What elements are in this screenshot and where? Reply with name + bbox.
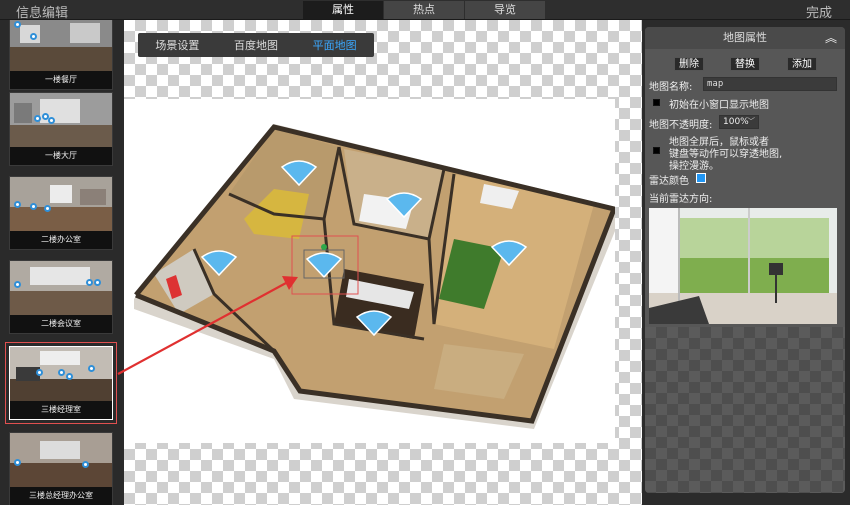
floor-plan-image[interactable]	[124, 99, 615, 443]
radar-color-swatch[interactable]	[696, 173, 706, 183]
tab-properties[interactable]: 属性	[303, 1, 383, 19]
hotspot-marker	[44, 205, 51, 212]
scene-thumbnail	[10, 433, 112, 487]
scene-label: 三楼经理室	[10, 401, 112, 419]
tab-guide[interactable]: 导览	[465, 1, 545, 19]
scene-label: 一楼餐厅	[10, 71, 112, 89]
fullscreen-note-line-3: 操控漫游。	[669, 161, 719, 172]
hotspot-marker	[14, 281, 21, 288]
hotspot-marker	[82, 461, 89, 468]
panel-header: 地图属性 ︽	[645, 27, 845, 49]
scene-item[interactable]: 一楼餐厅	[9, 20, 113, 90]
panel-empty-area	[645, 327, 845, 493]
map-name-label: 地图名称:	[649, 82, 693, 93]
delete-button[interactable]: 删除	[674, 57, 704, 71]
main-tabs: 属性 热点 导览	[303, 1, 546, 19]
scene-item-selected[interactable]: 三楼经理室	[5, 342, 117, 424]
panel-button-row: 删除 替换 添加	[645, 57, 845, 71]
scene-thumbnail	[10, 177, 112, 231]
hotspot-marker	[48, 117, 55, 124]
map-properties-panel: 地图属性 ︽ 删除 替换 添加 地图名称: 初始在小窗口显示地图 地图不透明度:…	[645, 27, 845, 493]
subtab-scene-settings[interactable]: 场景设置	[138, 37, 217, 53]
hotspot-marker	[66, 373, 73, 380]
radar-direction-label: 当前雷达方向:	[649, 194, 713, 205]
fullscreen-passthrough-checkbox[interactable]	[653, 147, 660, 154]
scene-item[interactable]: 三楼总经理办公室	[9, 432, 113, 505]
page-title: 信息编辑	[16, 6, 69, 21]
hotspot-marker	[30, 33, 37, 40]
top-bar: 信息编辑 属性 热点 导览 完成	[0, 0, 850, 21]
replace-button[interactable]: 替换	[730, 57, 760, 71]
hotspot-marker	[94, 279, 101, 286]
scene-label: 二楼办公室	[10, 231, 112, 249]
scene-item[interactable]: 一楼大厅	[9, 92, 113, 166]
show-small-window-label: 初始在小窗口显示地图	[669, 100, 769, 111]
scene-thumbnail	[10, 93, 112, 147]
radar-color-label: 雷达颜色	[649, 176, 689, 187]
radar-direction-preview[interactable]	[649, 208, 837, 324]
scene-thumbnail	[10, 261, 112, 315]
hotspot-marker	[34, 115, 41, 122]
done-button[interactable]: 完成	[806, 2, 832, 21]
canvas-subtabs: 场景设置 百度地图 平面地图	[138, 33, 374, 57]
tab-hotspots[interactable]: 热点	[384, 1, 464, 19]
hotspot-marker	[14, 201, 21, 208]
opacity-select[interactable]: 100% ﹀	[719, 115, 759, 129]
hotspot-marker	[58, 369, 65, 376]
scene-thumbnail	[10, 20, 112, 71]
scene-label: 三楼总经理办公室	[10, 487, 112, 505]
scene-sidebar[interactable]: 一楼餐厅 一楼大厅 二楼办公室 二楼会议室 三楼经理室 三楼总经理办公室	[0, 20, 122, 505]
panel-title: 地图属性	[723, 31, 767, 44]
collapse-icon[interactable]: ︽	[825, 27, 837, 49]
scene-item[interactable]: 二楼会议室	[9, 260, 113, 334]
scene-label: 一楼大厅	[10, 147, 112, 165]
map-canvas[interactable]: 场景设置 百度地图 平面地图	[124, 20, 642, 505]
hotspot-marker	[88, 365, 95, 372]
scene-label: 二楼会议室	[10, 315, 112, 333]
show-small-window-checkbox[interactable]	[653, 99, 660, 106]
opacity-label: 地图不透明度:	[649, 120, 713, 131]
hotspot-marker	[14, 21, 21, 28]
hotspot-marker	[36, 369, 43, 376]
hotspot-marker	[86, 279, 93, 286]
map-name-input[interactable]	[703, 77, 837, 91]
scene-item[interactable]: 二楼办公室	[9, 176, 113, 250]
add-button[interactable]: 添加	[787, 57, 817, 71]
chevron-down-icon: ﹀	[747, 117, 755, 126]
subtab-baidu-map[interactable]: 百度地图	[217, 37, 296, 53]
subtab-floor-plan[interactable]: 平面地图	[295, 37, 374, 53]
hotspot-marker	[30, 203, 37, 210]
hotspot-marker	[14, 459, 21, 466]
radar-rotate-handle[interactable]	[321, 244, 327, 250]
